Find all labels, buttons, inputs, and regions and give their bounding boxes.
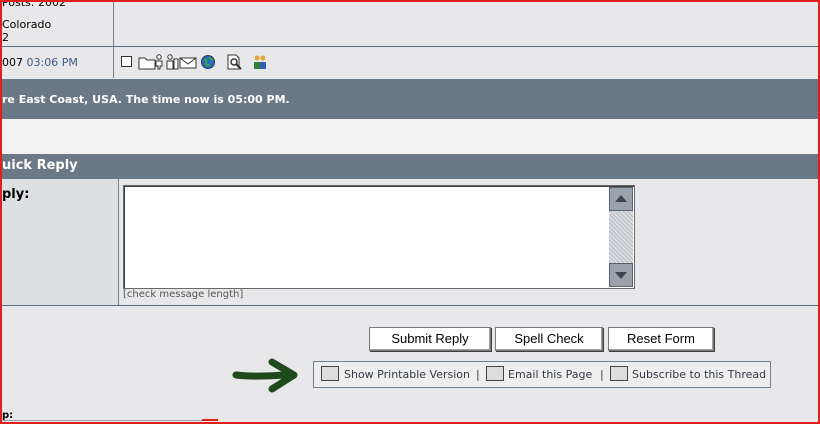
- address-book-icon[interactable]: [165, 54, 179, 70]
- email-icon[interactable]: [179, 54, 197, 70]
- scroll-up-button[interactable]: [609, 187, 633, 211]
- tools-separator-1: |: [476, 368, 480, 381]
- footer-red-mark: [202, 419, 218, 421]
- footer-divider: [2, 420, 202, 421]
- timezone-text: re East Coast, USA. The time now is 05:0…: [2, 93, 290, 106]
- row-divider: [2, 46, 818, 47]
- textarea-scrollbar[interactable]: [609, 187, 633, 287]
- checkbox-icon[interactable]: [121, 56, 132, 67]
- arrow-icon: [232, 358, 298, 393]
- reply-row-bottom: [2, 305, 818, 306]
- thread-tools-bar: Show Printable Version | Email this Page…: [313, 361, 771, 388]
- tools-separator-2: |: [600, 368, 604, 381]
- search-icon[interactable]: [226, 54, 244, 70]
- show-printable-version-link[interactable]: Show Printable Version: [344, 368, 470, 381]
- spell-check-button[interactable]: Spell Check: [495, 327, 603, 351]
- spacer-area: [2, 119, 818, 154]
- quick-reply-header: uick Reply: [2, 154, 818, 179]
- buddy-icon[interactable]: [251, 54, 269, 70]
- reply-label: ply:: [2, 187, 30, 202]
- email-this-page-link[interactable]: Email this Page: [508, 368, 592, 381]
- quick-reply-title: uick Reply: [2, 158, 78, 173]
- column-divider: [113, 2, 114, 78]
- user-icon[interactable]: [154, 54, 164, 70]
- subscribe-icon[interactable]: [610, 366, 628, 381]
- timezone-bar: re East Coast, USA. The time now is 05:0…: [2, 79, 818, 119]
- chevron-up-icon: [615, 195, 627, 202]
- email-page-icon[interactable]: [486, 366, 504, 381]
- post-date-text: 007: [2, 56, 23, 69]
- print-icon[interactable]: [321, 366, 339, 381]
- subscribe-thread-link[interactable]: Subscribe to this Thread: [632, 368, 766, 381]
- reply-message-textarea[interactable]: [123, 185, 635, 289]
- post-joined: Posts: 2002: [2, 0, 66, 9]
- post-count: 2: [2, 31, 9, 44]
- chevron-down-icon: [615, 272, 627, 279]
- post-time: 03:06 PM: [26, 56, 78, 69]
- reset-form-button[interactable]: Reset Form: [608, 327, 714, 351]
- post-date: 007 03:06 PM: [2, 56, 78, 69]
- post-location: Colorado: [2, 18, 52, 31]
- globe-icon[interactable]: [200, 54, 216, 70]
- browser-viewport: Posts: 2002 Colorado 2 007 03:06 PM re E…: [0, 0, 820, 424]
- submit-reply-button[interactable]: Submit Reply: [369, 327, 491, 351]
- check-message-length-link[interactable]: [check message length]: [123, 289, 243, 300]
- scroll-down-button[interactable]: [609, 263, 633, 287]
